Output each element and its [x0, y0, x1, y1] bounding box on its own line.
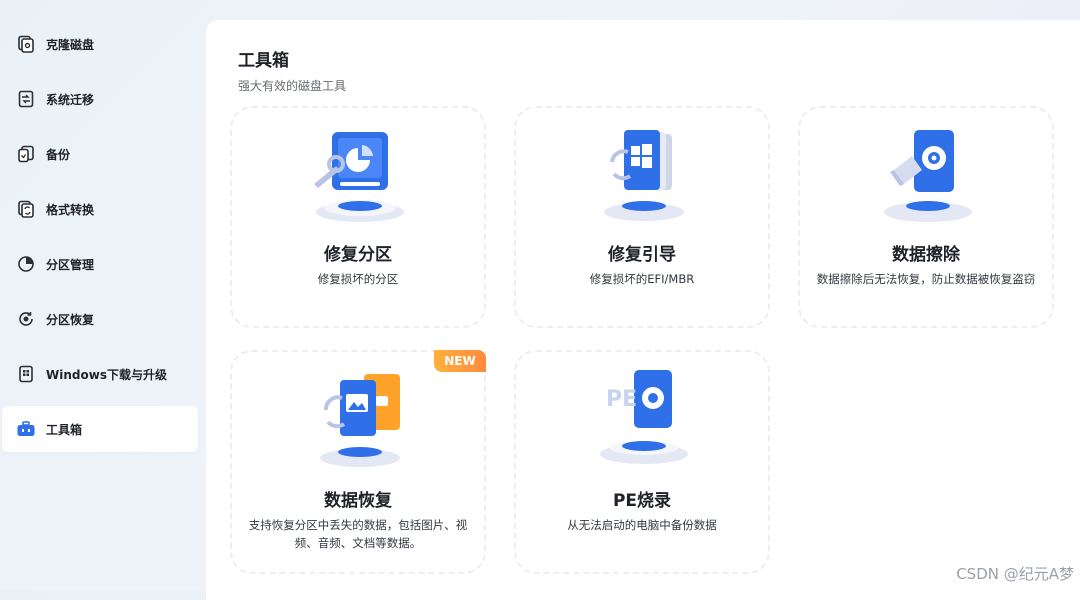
card-title: 修复引导 — [608, 245, 676, 265]
sidebar-item-label: 格式转换 — [46, 202, 95, 217]
sidebar-item-clone-disk[interactable]: 克隆磁盘 — [2, 21, 198, 67]
svg-text:PE: PE — [606, 387, 637, 412]
data-recovery-icon — [300, 370, 420, 470]
backup-icon — [16, 144, 36, 164]
sidebar-item-system-migration[interactable]: 系统迁移 — [2, 76, 198, 122]
sidebar-item-format-convert[interactable]: 格式转换 — [2, 186, 198, 232]
card-title: 数据擦除 — [892, 245, 960, 265]
sidebar-item-label: 系统迁移 — [46, 92, 95, 107]
system-migration-icon — [16, 89, 36, 109]
windows-download-icon — [16, 364, 36, 384]
repair-partition-icon — [300, 126, 420, 226]
card-title: 修复分区 — [324, 245, 392, 265]
new-badge: NEW — [434, 350, 486, 372]
partition-manage-icon — [16, 254, 36, 274]
partition-recovery-icon — [16, 309, 36, 329]
main-panel: 工具箱 强大有效的磁盘工具 修复分区 修复损坏的分区 修复引导 修复损坏的EFI… — [206, 20, 1080, 600]
sidebar-item-label: 分区管理 — [46, 257, 95, 272]
sidebar-item-label: 工具箱 — [46, 422, 83, 437]
card-title: PE烧录 — [612, 491, 672, 511]
sidebar-item-label: 克隆磁盘 — [46, 37, 95, 52]
sidebar: 克隆磁盘 系统迁移 备份 格式转换 分区管理 分区恢复 Windows下载与升级… — [0, 0, 204, 590]
sidebar-item-backup[interactable]: 备份 — [2, 131, 198, 177]
page-title: 工具箱 — [238, 51, 289, 71]
format-convert-icon — [16, 199, 36, 219]
clone-disk-icon — [16, 34, 36, 54]
sidebar-item-partition-recovery[interactable]: 分区恢复 — [2, 296, 198, 342]
card-desc: 从无法启动的电脑中备份数据 — [567, 518, 717, 532]
card-repair-boot[interactable]: 修复引导 修复损坏的EFI/MBR — [514, 106, 770, 328]
card-data-wipe[interactable]: 数据擦除 数据擦除后无法恢复，防止数据被恢复盗窃 — [798, 106, 1054, 328]
repair-boot-icon — [584, 126, 704, 226]
data-wipe-icon — [868, 126, 988, 226]
card-desc: 支持恢复分区中丢失的数据，包括图片、视频、音频、文档等数据。 — [248, 518, 468, 550]
sidebar-item-label: 备份 — [46, 147, 71, 162]
card-pe-burn[interactable]: PE PE烧录 从无法启动的电脑中备份数据 — [514, 350, 770, 574]
sidebar-item-partition-manage[interactable]: 分区管理 — [2, 241, 198, 287]
sidebar-item-label: Windows下载与升级 — [46, 367, 167, 382]
sidebar-item-toolbox[interactable]: 工具箱 — [2, 406, 198, 452]
card-desc: 修复损坏的分区 — [317, 272, 399, 286]
sidebar-item-windows-download[interactable]: Windows下载与升级 — [2, 351, 198, 397]
watermark: CSDN @纪元A梦 — [956, 565, 1074, 583]
card-data-recovery[interactable]: NEW 数据恢复 支持恢复分区中丢失的数据，包括图片、视频、音频、文档等数据。 — [230, 350, 486, 574]
card-repair-partition[interactable]: 修复分区 修复损坏的分区 — [230, 106, 486, 328]
card-title: 数据恢复 — [324, 491, 392, 511]
toolbox-icon — [16, 419, 36, 439]
pe-burn-icon: PE — [584, 370, 704, 470]
sidebar-item-label: 分区恢复 — [46, 312, 95, 327]
card-desc: 修复损坏的EFI/MBR — [589, 272, 695, 286]
card-desc: 数据擦除后无法恢复，防止数据被恢复盗窃 — [816, 272, 1036, 286]
page-subtitle: 强大有效的磁盘工具 — [238, 79, 347, 93]
